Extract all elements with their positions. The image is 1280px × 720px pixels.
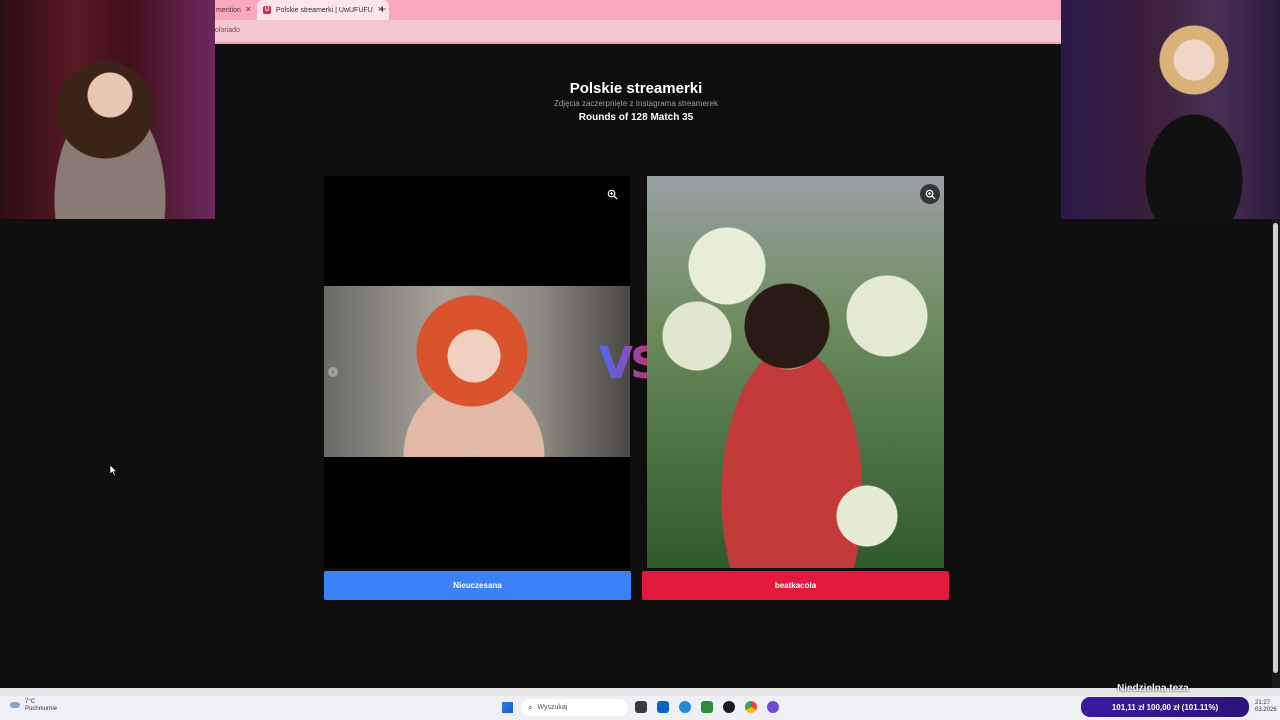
page-subtitle: Zdjęcia zaczerpnięte z Instagrama stream… — [553, 99, 719, 108]
webcam-left — [0, 0, 215, 219]
task-view-icon[interactable] — [635, 701, 647, 713]
photo-pagination-dots: ••• — [472, 450, 482, 456]
close-tab-icon[interactable]: × — [246, 4, 251, 14]
site-favicon-icon: U — [263, 6, 271, 14]
choose-right-button[interactable]: beatkacola — [642, 571, 949, 600]
address-text: oloriado — [215, 27, 240, 34]
candidate-card-right[interactable] — [647, 176, 944, 568]
zoom-in-icon[interactable] — [602, 184, 622, 204]
scrollbar-thumb[interactable] — [1273, 223, 1278, 673]
weather-widget[interactable]: 7°C Pochmurnie — [10, 699, 57, 713]
browser-tab-bar: mention × U Polskie streamerki | UwUFUFU… — [215, 0, 1061, 20]
edge-icon[interactable] — [679, 701, 691, 713]
tab-previous-label: mention — [216, 6, 241, 14]
address-divider — [215, 42, 1061, 44]
previous-photo-icon[interactable]: ‹ — [328, 367, 338, 377]
candidate-card-left[interactable]: ‹ ••• — [324, 176, 630, 568]
app-icon-purple[interactable] — [767, 701, 779, 713]
new-tab-button[interactable]: + — [379, 2, 386, 16]
search-icon: ⌕ — [528, 702, 533, 712]
candidate-photo-left[interactable] — [324, 286, 630, 457]
tab-active-label: Polskie streamerki | UwUFUFU — [276, 6, 373, 14]
app-icon-dark[interactable] — [723, 701, 735, 713]
tab-active[interactable]: U Polskie streamerki | UwUFUFU × — [257, 0, 389, 20]
chrome-icon[interactable] — [745, 701, 757, 713]
clock-time: 21:27 — [1255, 700, 1271, 706]
search-placeholder: Wyszukaj — [537, 704, 568, 711]
zoom-in-icon[interactable] — [920, 184, 940, 204]
taskbar-search[interactable]: ⌕ Wyszukaj — [521, 699, 628, 716]
windows-start-icon[interactable] — [502, 702, 513, 713]
mouse-cursor-icon — [110, 465, 118, 476]
round-indicator: Rounds of 128 Match 35 — [578, 112, 694, 123]
choose-left-button[interactable]: Nieuczesana — [324, 571, 631, 600]
stream-banner-text: Niedzielna teza — [1117, 683, 1189, 694]
donation-goal-bar: 101,11 zł 100,00 zł (101.11%) — [1081, 697, 1249, 717]
address-bar[interactable]: oloriado — [215, 20, 1061, 42]
weather-description: Pochmurnie — [25, 706, 58, 712]
page-header: Polskie streamerki Zdjęcia zaczerpnięte … — [466, 80, 806, 123]
taskbar-clock[interactable]: 21:27 03.2026 — [1255, 700, 1277, 714]
app-icon[interactable] — [701, 701, 713, 713]
clock-date: 03.2026 — [1255, 707, 1277, 713]
page-title: Polskie streamerki — [569, 80, 703, 97]
horizontal-scrollbar[interactable] — [0, 688, 1280, 696]
outlook-icon[interactable] — [657, 701, 669, 713]
tab-previous[interactable]: mention × — [215, 0, 257, 20]
webcam-right — [1061, 0, 1280, 219]
cloud-icon — [10, 702, 20, 708]
vertical-scrollbar[interactable] — [1272, 219, 1280, 688]
weather-temp: 7°C — [25, 699, 36, 705]
